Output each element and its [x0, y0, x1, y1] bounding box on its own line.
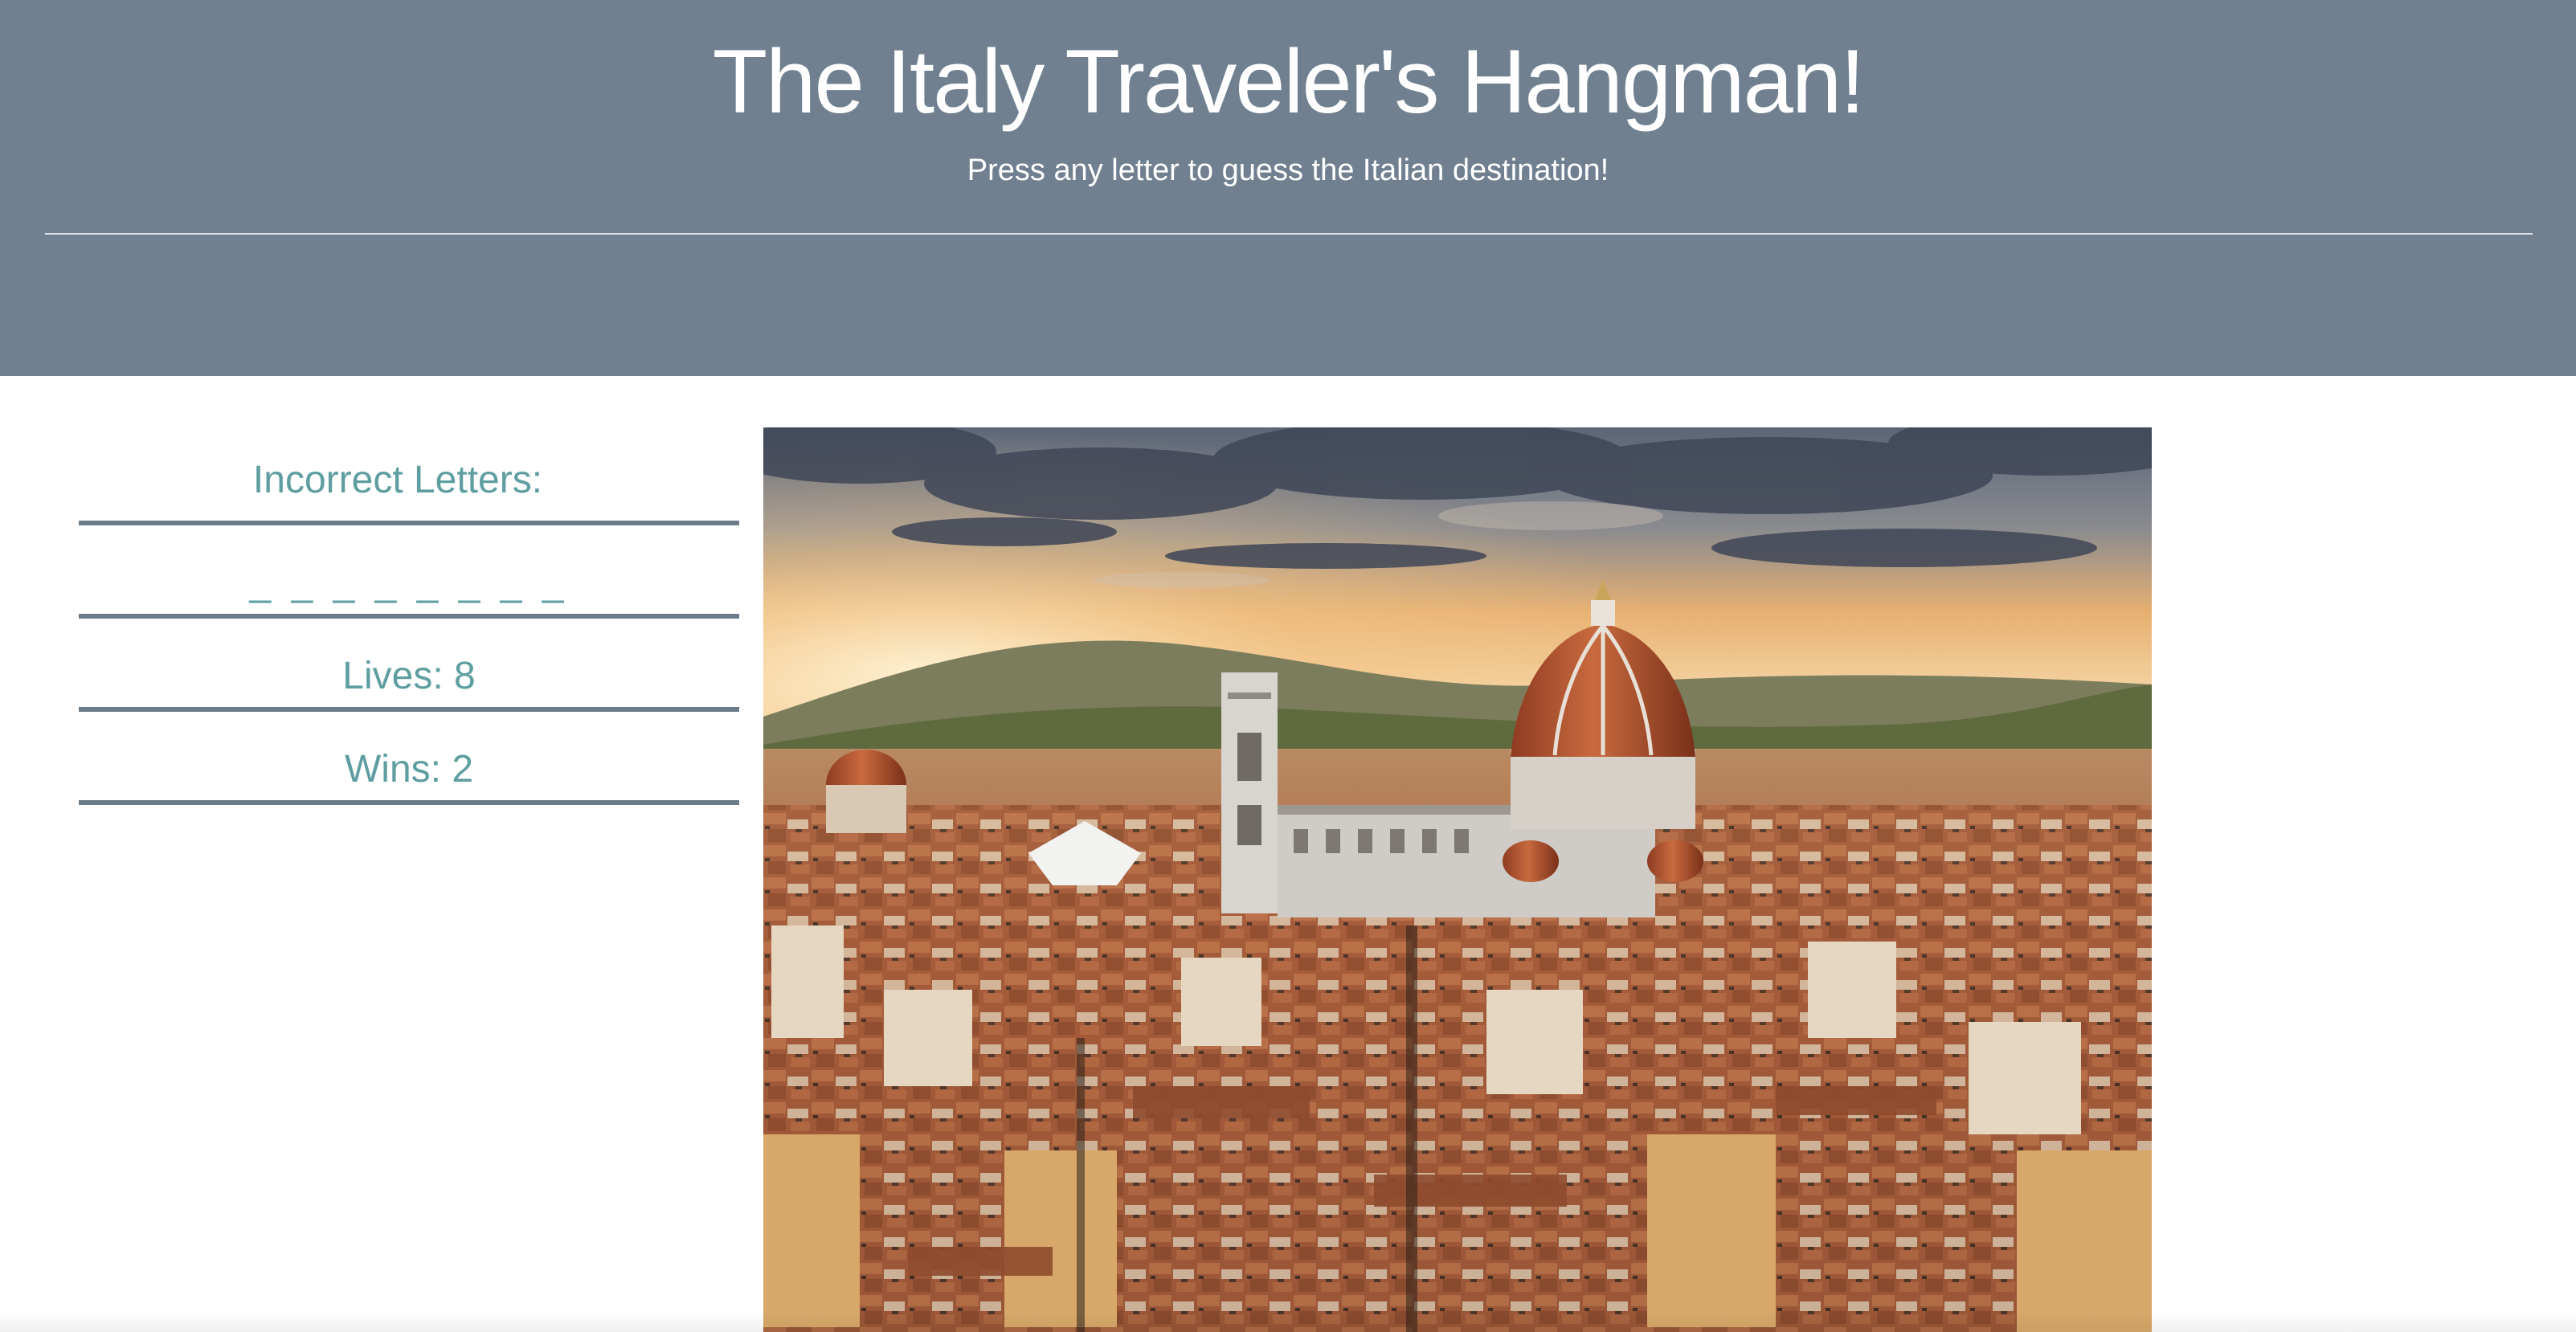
- game-stats-panel: Incorrect Letters: _ _ _ _ _ _ _ _ Lives…: [79, 427, 739, 805]
- header-banner: The Italy Traveler's Hangman! Press any …: [0, 0, 2576, 376]
- cityscape-image: [763, 427, 2152, 1332]
- incorrect-letters-label: Incorrect Letters:: [252, 459, 543, 501]
- word-blanks-row: _ _ _ _ _ _ _ _: [79, 525, 739, 619]
- lives-counter: Lives: 8: [342, 655, 476, 697]
- incorrect-letters-row: Incorrect Letters:: [79, 427, 739, 525]
- wins-counter: Wins: 2: [344, 748, 474, 791]
- wins-row: Wins: 2: [79, 712, 739, 805]
- page-title: The Italy Traveler's Hangman!: [712, 31, 1865, 132]
- lives-row: Lives: 8: [79, 619, 739, 712]
- florence-cityscape-photo: [763, 427, 2152, 1332]
- header-divider: [45, 233, 2533, 235]
- word-blanks: _ _ _ _ _ _ _ _: [249, 562, 569, 604]
- page-subtitle: Press any letter to guess the Italian de…: [967, 153, 1609, 187]
